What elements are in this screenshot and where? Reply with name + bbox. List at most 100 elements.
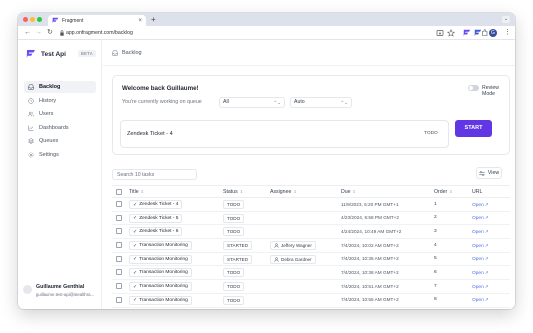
table-row[interactable]: ✓ Transaction Monitoring TODO 7/4/2024, … (112, 266, 510, 281)
main-content: Backlog Welcome back Guillaume! Review M… (103, 40, 515, 309)
beta-badge: BETA (78, 50, 96, 57)
reload-icon[interactable]: ↻ (47, 29, 53, 37)
order-number: 8 (434, 297, 437, 303)
open-link[interactable]: Open↗ (472, 243, 489, 249)
avatar (23, 285, 32, 294)
order-number: 7 (434, 283, 437, 289)
due-date: 11/9/2023, 5:20 PM GMT+1 (341, 201, 399, 207)
task-title-chip[interactable]: ✓ Transaction Monitoring (129, 295, 192, 305)
row-checkbox[interactable] (116, 242, 122, 249)
queue-select[interactable]: All ⌃⌄ (219, 97, 285, 108)
maximize-window-button[interactable] (37, 17, 42, 22)
column-header-label: URL (472, 189, 483, 195)
task-title-chip[interactable]: ✓ Transaction Monitoring (129, 282, 192, 292)
open-link[interactable]: Open↗ (472, 202, 489, 208)
check-icon: ✓ (133, 256, 138, 263)
assignee-chip: Jeffery Wagner (270, 241, 316, 251)
close-window-button[interactable] (23, 17, 28, 22)
row-checkbox[interactable] (116, 283, 122, 290)
sliders-icon (479, 170, 485, 176)
sidebar-item-users[interactable]: Users (24, 108, 96, 120)
external-link-icon: ↗ (484, 269, 489, 275)
row-checkbox[interactable] (116, 214, 122, 221)
row-checkbox[interactable] (116, 228, 122, 235)
order-number: 3 (434, 228, 437, 234)
site-info-icon[interactable] (60, 30, 64, 36)
search-input[interactable] (112, 169, 197, 180)
minimize-window-button[interactable] (30, 17, 35, 22)
task-title: Zendesk Ticket - 5 (139, 215, 179, 221)
open-link[interactable]: Open↗ (472, 215, 489, 221)
sort-icon: ⇕ (293, 189, 297, 194)
row-checkbox[interactable] (116, 296, 122, 303)
forward-arrow-icon[interactable]: → (35, 29, 42, 37)
table-row[interactable]: ✓ Transaction Monitoring TODO 7/4/2024, … (112, 294, 510, 308)
view-button[interactable]: View (476, 167, 502, 179)
status-badge: TODO (223, 268, 245, 278)
close-tab-icon[interactable]: × (138, 18, 142, 24)
gear-icon (28, 152, 34, 157)
table-row[interactable]: ✓ Transaction Monitoring STARTED Debra G… (112, 253, 510, 267)
column-header-assignee[interactable]: Assignee ⇕ (270, 189, 297, 195)
fragment-extension-icon[interactable] (463, 29, 471, 37)
open-link[interactable]: Open↗ (472, 297, 489, 303)
browser-tab[interactable]: Fragment × (48, 15, 146, 26)
table-row[interactable]: ✓ Zendesk Ticket - 6 TODO 4/24/2024, 10:… (112, 225, 510, 240)
column-header-title[interactable]: Title ⇕ (129, 189, 144, 195)
open-link[interactable]: Open↗ (472, 256, 489, 262)
column-header-label: Assignee (270, 189, 292, 195)
browser-profile-avatar[interactable]: G (489, 29, 497, 37)
bookmark-star-icon[interactable] (447, 29, 455, 37)
column-header-status[interactable]: Status ⇕ (223, 189, 243, 195)
task-title-chip[interactable]: ✓ Transaction Monitoring (129, 268, 192, 278)
row-checkbox[interactable] (116, 255, 122, 262)
review-mode-toggle[interactable] (468, 85, 479, 91)
mode-select[interactable]: Auto ⌃⌄ (290, 97, 352, 108)
start-button[interactable]: START (455, 120, 492, 137)
install-app-icon[interactable] (436, 29, 444, 37)
sidebar-item-queues[interactable]: Queues (24, 135, 96, 147)
column-header-order[interactable]: Order ⇕ (434, 189, 453, 195)
user-profile[interactable]: Guillaume Genthial guillaume.test-api@st… (23, 284, 101, 297)
sidebar-item-history[interactable]: History (24, 95, 96, 107)
user-name: Guillaume Genthial (36, 284, 85, 290)
table-row[interactable]: ✓ Zendesk Ticket - 4 TODO 11/9/2023, 5:2… (112, 198, 510, 212)
task-title-chip[interactable]: ✓ Transaction Monitoring (129, 241, 192, 251)
row-checkbox[interactable] (116, 269, 122, 276)
table-header: Title ⇕ Status ⇕ Assignee ⇕ Due ⇕ Order ⇕ URL (112, 185, 510, 198)
open-link[interactable]: Open↗ (472, 284, 489, 290)
sidebar-item-settings[interactable]: Settings (24, 149, 96, 161)
tab-strip: Fragment × + ⌄ (18, 13, 515, 26)
column-header-due[interactable]: Due ⇕ (341, 189, 356, 195)
check-icon: ✓ (133, 201, 138, 208)
address-bar[interactable]: app.onfragment.com/backlog (66, 29, 133, 37)
sidebar-item-dashboards[interactable]: Dashboards (24, 122, 96, 134)
new-tab-button[interactable]: + (151, 15, 156, 24)
table-row[interactable]: ✓ Zendesk Ticket - 5 TODO 4/23/2024, 5:5… (112, 212, 510, 226)
select-all-checkbox[interactable] (116, 189, 122, 195)
order-number: 2 (434, 215, 437, 221)
external-link-icon: ↗ (484, 242, 489, 248)
sidebar-item-backlog[interactable]: Backlog (24, 81, 96, 93)
check-icon: ✓ (133, 297, 138, 304)
open-link[interactable]: Open↗ (472, 270, 489, 276)
table-row[interactable]: ✓ Transaction Monitoring TODO 7/4/2024, … (112, 280, 510, 294)
back-arrow-icon[interactable]: ← (24, 29, 31, 37)
tab-list-chevron-icon[interactable]: ⌄ (502, 16, 510, 23)
task-title-chip[interactable]: ✓ Zendesk Ticket - 4 (129, 200, 183, 209)
brand[interactable]: Test Api (26, 49, 66, 59)
open-link[interactable]: Open↗ (472, 229, 489, 235)
task-title-chip[interactable]: ✓ Zendesk Ticket - 6 (129, 227, 183, 237)
task-title-chip[interactable]: ✓ Zendesk Ticket - 5 (129, 213, 183, 223)
table-row[interactable]: ✓ Transaction Monitoring TODO 7/4/2024, … (112, 308, 510, 310)
task-title-chip[interactable]: ✓ Transaction Monitoring (129, 254, 192, 264)
current-ticket[interactable]: Zendesk Ticket - 4 TODO (120, 120, 449, 148)
app-root: Test Api BETA Backlog History Users Dash… (18, 40, 515, 309)
fragment-logo-icon (26, 50, 35, 58)
table-row[interactable]: ✓ Transaction Monitoring STARTED Jeffery… (112, 239, 510, 253)
row-checkbox[interactable] (116, 201, 122, 207)
extensions-puzzle-icon[interactable] (481, 29, 489, 37)
user-email: guillaume.test-api@stealthra... (36, 292, 95, 297)
browser-menu-icon[interactable]: ⋮ (504, 28, 511, 37)
task-title: Transaction Monitoring (139, 270, 188, 276)
